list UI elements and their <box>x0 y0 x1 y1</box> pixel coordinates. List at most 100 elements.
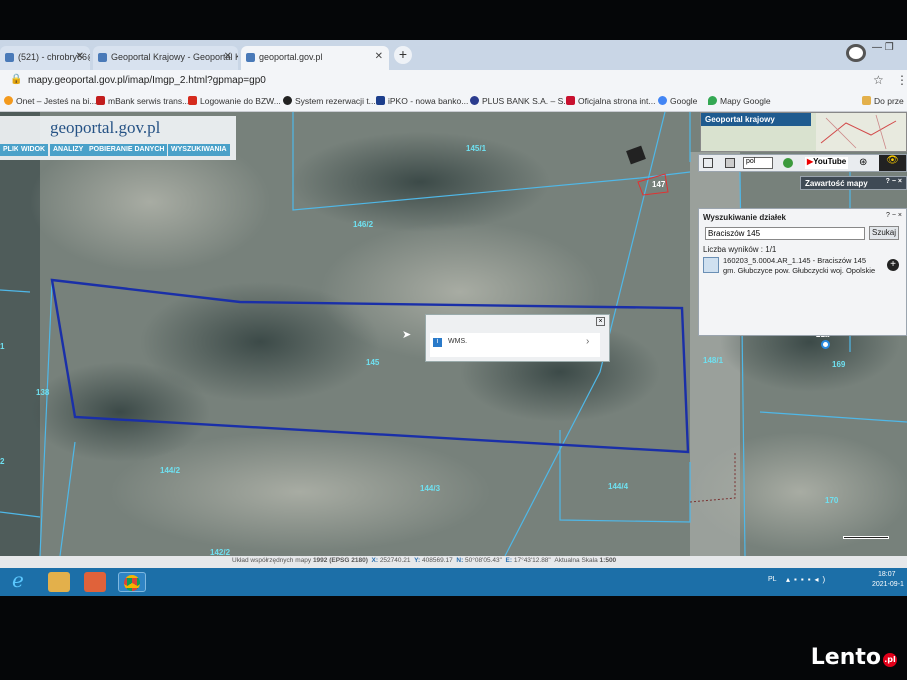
facebook-icon <box>5 53 14 62</box>
result-location: gm. Głubczyce pow. Głubczycki woj. Opols… <box>723 266 876 275</box>
print-icon[interactable] <box>703 158 713 168</box>
plot-label: 146/2 <box>353 220 374 229</box>
panel-controls[interactable]: ? − × <box>886 178 902 185</box>
info-icon: i <box>433 338 442 347</box>
plusbank-icon <box>470 96 479 105</box>
tab-label: Geoportal Krajowy - Geoportal K <box>111 52 238 62</box>
profile-icon[interactable] <box>846 44 866 62</box>
panel-controls[interactable]: ? − × <box>886 212 902 219</box>
star-icon[interactable]: ☆ <box>873 73 884 87</box>
scale-value[interactable]: 1:500 <box>600 557 617 564</box>
overview-minimap <box>816 113 906 151</box>
plot-label: 1 <box>0 342 5 351</box>
x-label: X: <box>371 557 379 564</box>
overview-map[interactable]: Geoportal krajowy <box>700 112 907 152</box>
plot-label: 144/3 <box>420 484 441 493</box>
close-icon[interactable]: ✕ <box>375 51 383 62</box>
close-icon[interactable]: ✕ <box>224 51 232 62</box>
address-point-icon[interactable] <box>821 340 830 349</box>
menu-wyszukiwania[interactable]: WYSZUKIWANIA <box>168 144 230 156</box>
add-result-button[interactable]: + <box>887 259 899 271</box>
tab-label: geoportal.gov.pl <box>259 52 323 62</box>
close-icon[interactable]: ✕ <box>76 51 84 62</box>
result-count: Liczba wyników : 1/1 <box>703 245 777 254</box>
info-popup: × i WMS. › <box>425 314 610 362</box>
parcel-result-icon <box>703 257 719 273</box>
bookmark-bzwbk[interactable]: Logowanie do BZW... <box>188 96 281 106</box>
search-panel-title: Wyszukiwanie działek <box>703 213 786 222</box>
ipko-icon <box>376 96 385 105</box>
printer-icon[interactable] <box>725 158 735 168</box>
internet-explorer-icon[interactable]: ℯ <box>12 571 34 592</box>
parcel-search-input[interactable] <box>705 227 865 240</box>
bookmark-oficjalna[interactable]: Oficjalna strona int... <box>566 96 655 106</box>
bookmark-mapy-google[interactable]: Mapy Google <box>708 96 771 106</box>
chrome-logo <box>124 575 140 591</box>
lock-icon[interactable]: 🔒 <box>10 74 22 85</box>
tab-facebook[interactable]: (521) - chrobry66@g ✕ <box>0 46 90 70</box>
chrome-icon[interactable] <box>118 572 146 592</box>
tab-geoportal-gov[interactable]: geoportal.gov.pl ✕ <box>241 46 389 70</box>
other-bookmarks[interactable]: Do prze <box>862 96 904 106</box>
lento-watermark: Lento .pl <box>811 645 897 670</box>
bookmark-label: Do prze <box>874 96 904 106</box>
crs-value: 1992 (EPSG 2180) <box>312 557 368 564</box>
popup-wms-text[interactable]: WMS. <box>448 338 467 345</box>
tab-geoportal-krajowy[interactable]: Geoportal Krajowy - Geoportal K ✕ <box>93 46 238 70</box>
search-button[interactable]: Szukaj <box>869 226 899 240</box>
address-bar[interactable]: 🔒 mapy.geoportal.gov.pl/imap/Imgp_2.html… <box>0 70 907 92</box>
menu-analizy[interactable]: ANALIZY <box>50 144 87 156</box>
bookmark-label: Logowanie do BZW... <box>200 96 281 106</box>
clock-date[interactable]: 2021-09-1 <box>872 581 904 588</box>
bookmark-label: PLUS BANK S.A. – S... <box>482 96 571 106</box>
bookmark-google[interactable]: Google <box>658 96 697 106</box>
youtube-label: YouTube <box>813 157 847 166</box>
map-viewport[interactable]: 145/1 146/2 147 145 144/2 144/3 144/4 14… <box>0 112 907 556</box>
windows-taskbar: ℯ PL ▴▪▪▪◂) 18:07 2021-09-1 <box>0 568 907 596</box>
clock-time[interactable]: 18:07 <box>878 571 896 578</box>
media-player-icon[interactable] <box>84 572 106 592</box>
oficjalna-icon <box>566 96 575 105</box>
tray-icons[interactable]: ▴▪▪▪◂) <box>786 575 829 584</box>
y-value: 408569.17 <box>422 557 453 564</box>
status-icon[interactable] <box>783 158 793 168</box>
settings-icon[interactable]: ⊛ <box>859 157 867 168</box>
watermark-suffix: .pl <box>883 653 897 667</box>
search-result-item[interactable]: 160203_5.0004.AR_1.145 - Braciszów 145 g… <box>723 256 883 276</box>
bookmark-label: Oficjalna strona int... <box>578 96 656 106</box>
menu-pobieranie-danych[interactable]: POBIERANIE DANYCH <box>86 144 168 156</box>
bookmark-rezerwacje[interactable]: System rezerwacji t... <box>283 96 376 106</box>
map-toolbar: pol ▶YouTube ⊛ 👁 <box>698 154 907 172</box>
plot-label: 148/1 <box>703 356 724 365</box>
chevron-right-icon[interactable]: › <box>586 336 589 347</box>
plot-label: 144/4 <box>608 482 629 491</box>
geoportal-icon <box>98 53 107 62</box>
bookmark-ipko[interactable]: iPKO - nowa banko... <box>376 96 468 106</box>
maps-pin-icon <box>708 96 717 105</box>
close-icon[interactable]: × <box>596 317 605 326</box>
bookmark-label: Google <box>670 96 698 106</box>
watermark-text: Lento <box>810 645 881 670</box>
language-indicator[interactable]: PL <box>768 576 777 583</box>
window-controls[interactable]: — ❐ <box>872 42 894 53</box>
map-status-bar: Układ współrzędnych mapy 1992 (EPSG 2180… <box>0 556 907 568</box>
n-label: N: <box>456 557 464 564</box>
file-explorer-icon[interactable] <box>48 572 70 592</box>
google-icon <box>658 96 667 105</box>
bookmark-onet[interactable]: Onet – Jesteś na bi... <box>4 96 96 106</box>
bookmark-label: System rezerwacji t... <box>295 96 376 106</box>
bookmark-label: mBank serwis trans... <box>108 96 190 106</box>
scale-bar <box>843 536 889 539</box>
map-contents-panel[interactable]: Zawartość mapy ? − × <box>800 176 907 190</box>
language-select[interactable]: pol <box>743 157 773 169</box>
bookmark-mbank[interactable]: mBank serwis trans... <box>96 96 189 106</box>
bzwbk-icon <box>188 96 197 105</box>
menu-icon[interactable]: ⋮ <box>896 73 907 87</box>
plot-label: 144/2 <box>160 466 181 475</box>
url-text[interactable]: mapy.geoportal.gov.pl/imap/Imgp_2.html?g… <box>28 75 266 86</box>
eye-icon[interactable]: 👁 <box>879 155 906 171</box>
bookmark-plusbank[interactable]: PLUS BANK S.A. – S... <box>470 96 570 106</box>
new-tab-button[interactable]: + <box>394 46 412 64</box>
menu-widok[interactable]: WIDOK <box>18 144 49 156</box>
youtube-link[interactable]: ▶YouTube <box>805 157 849 169</box>
